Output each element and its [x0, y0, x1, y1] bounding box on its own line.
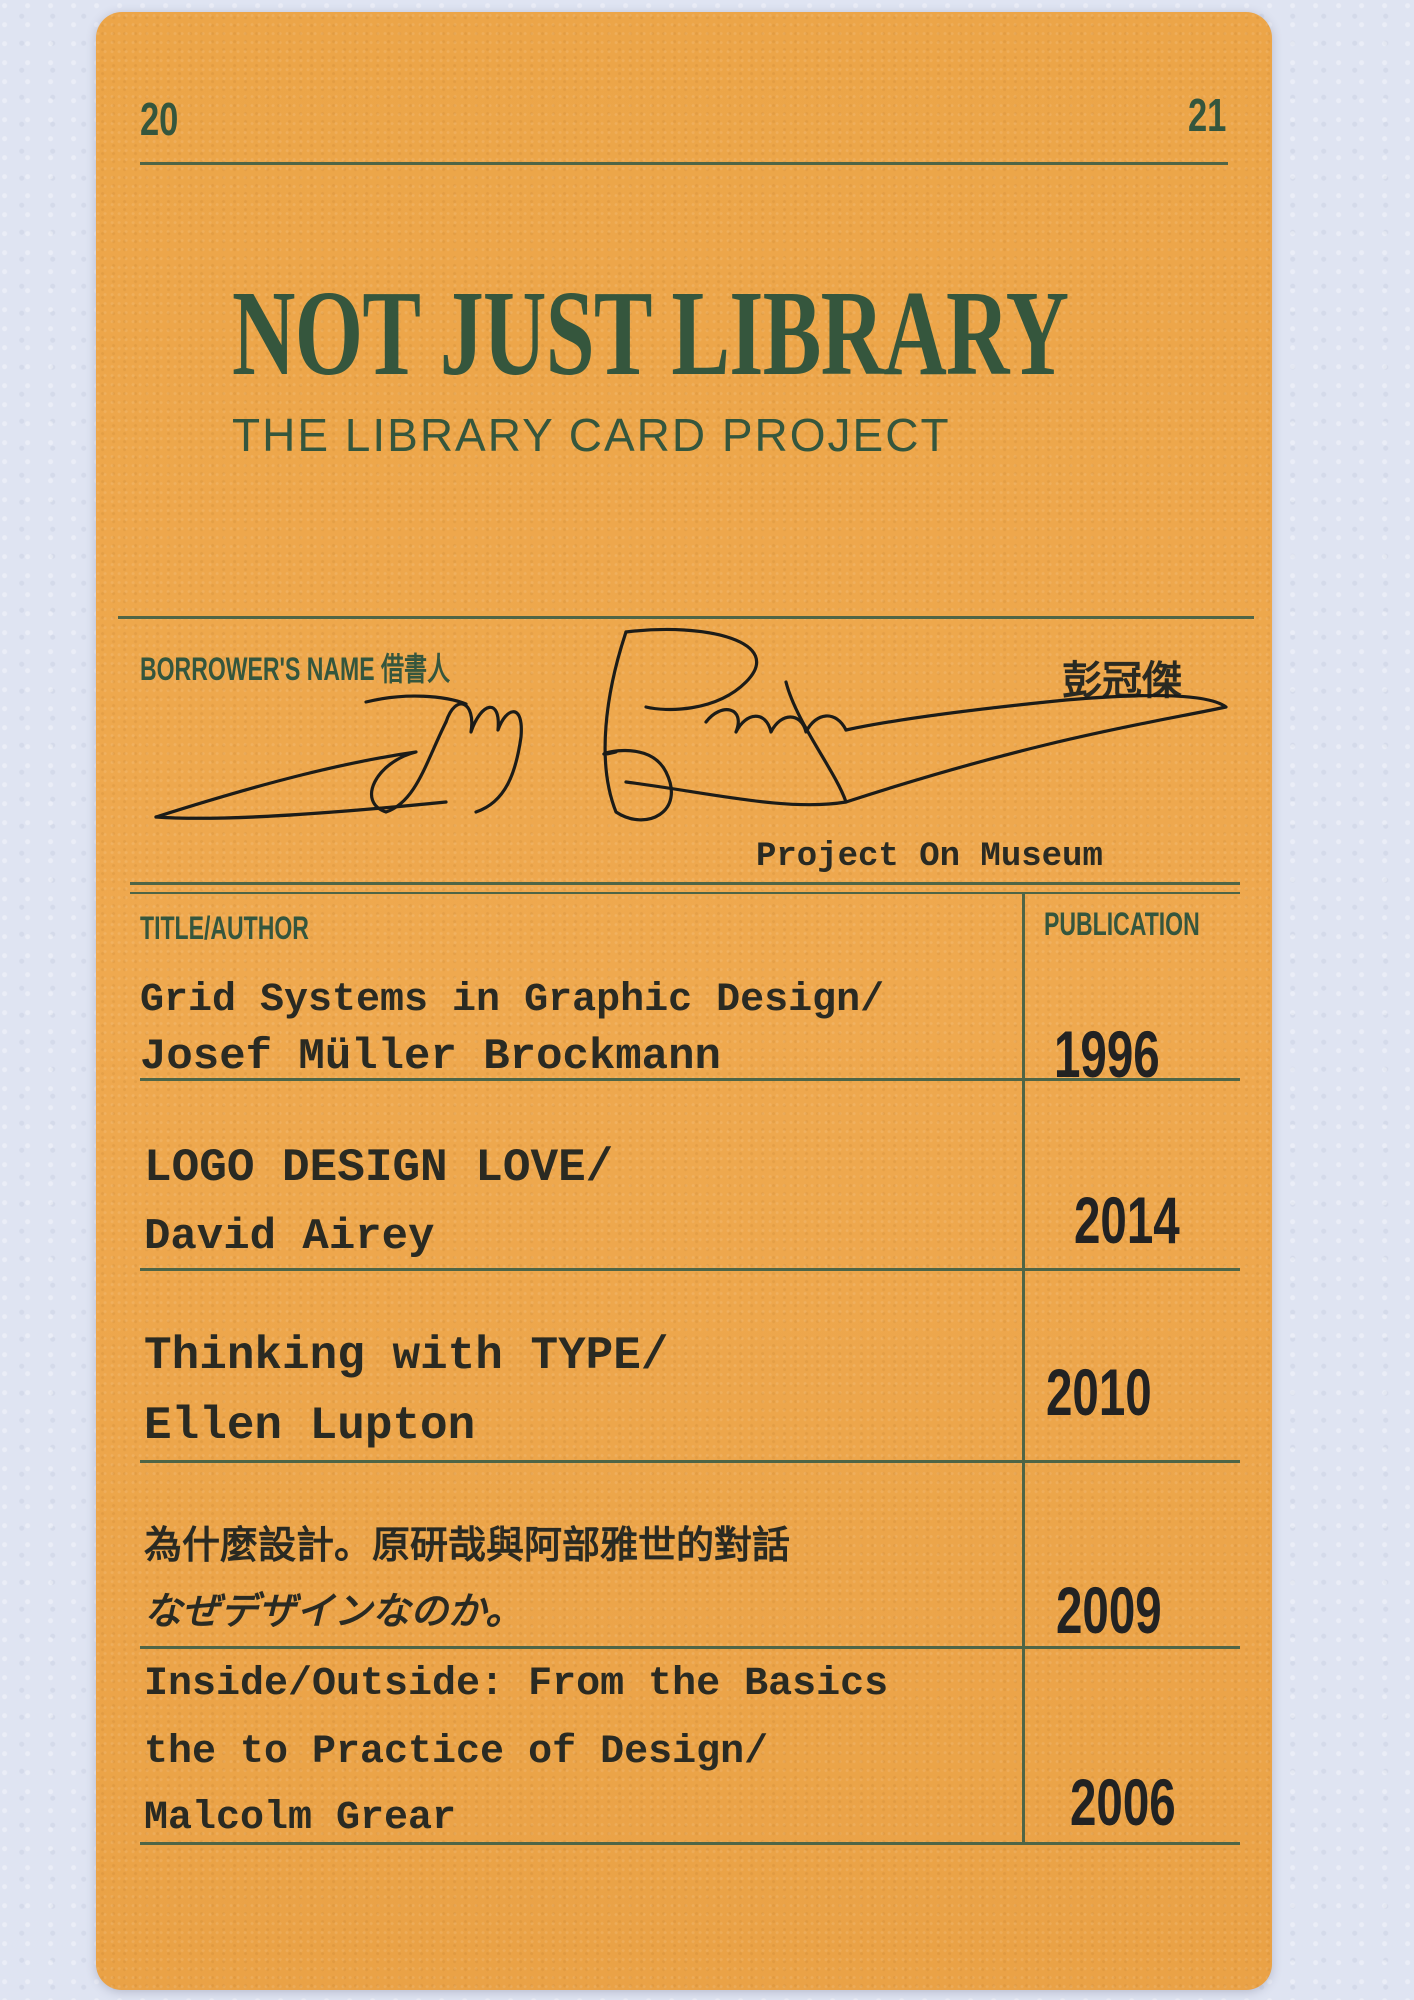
row-1-author: Josef Müller Brockmann: [140, 1032, 721, 1082]
card-subtitle: THE LIBRARY CARD PROJECT: [232, 409, 951, 461]
signature-drawing: [154, 627, 1228, 822]
row-3-year: 2010: [1046, 1355, 1152, 1429]
column-divider: [1022, 894, 1025, 1844]
table-top-rule: [130, 892, 1240, 894]
row-1-title: Grid Systems in Graphic Design/: [140, 978, 885, 1023]
row-4-year: 2009: [1056, 1573, 1162, 1647]
borrower-bottom-rule: [130, 882, 1240, 885]
row-1-rule: [140, 1078, 1240, 1081]
row-5-title: Inside/Outside: From the Basics: [144, 1662, 889, 1707]
column-header-title-author: TITLE/AUTHOR: [140, 910, 309, 946]
row-2-title: LOGO DESIGN LOVE/: [144, 1142, 614, 1194]
row-4-rule: [140, 1646, 1240, 1649]
column-header-publication: PUBLICATION: [1044, 906, 1200, 942]
row-5-year: 2006: [1070, 1765, 1176, 1839]
year-right: 21: [1188, 89, 1227, 141]
row-3-author: Ellen Lupton: [144, 1400, 476, 1452]
library-card: 20 21 NOT JUST LIBRARY THE LIBRARY CARD …: [96, 12, 1272, 1990]
row-2-author: David Airey: [144, 1212, 435, 1262]
borrower-affiliation: Project On Museum: [756, 838, 1103, 876]
row-3-rule: [140, 1460, 1240, 1463]
card-title: NOT JUST LIBRARY: [232, 266, 1069, 401]
row-2-year: 2014: [1074, 1183, 1180, 1257]
year-left: 20: [140, 93, 179, 145]
row-4-title: 為什麼設計。原研哉與阿部雅世的對話: [144, 1522, 791, 1567]
row-4-subtitle: なぜデザインなのか。: [144, 1588, 524, 1633]
row-2-rule: [140, 1268, 1240, 1271]
row-5-title-cont: the to Practice of Design/: [144, 1730, 769, 1775]
row-5-rule: [140, 1842, 1240, 1845]
row-5-author: Malcolm Grear: [144, 1796, 457, 1841]
header-rule: [140, 162, 1228, 165]
row-3-title: Thinking with TYPE/: [144, 1330, 669, 1382]
